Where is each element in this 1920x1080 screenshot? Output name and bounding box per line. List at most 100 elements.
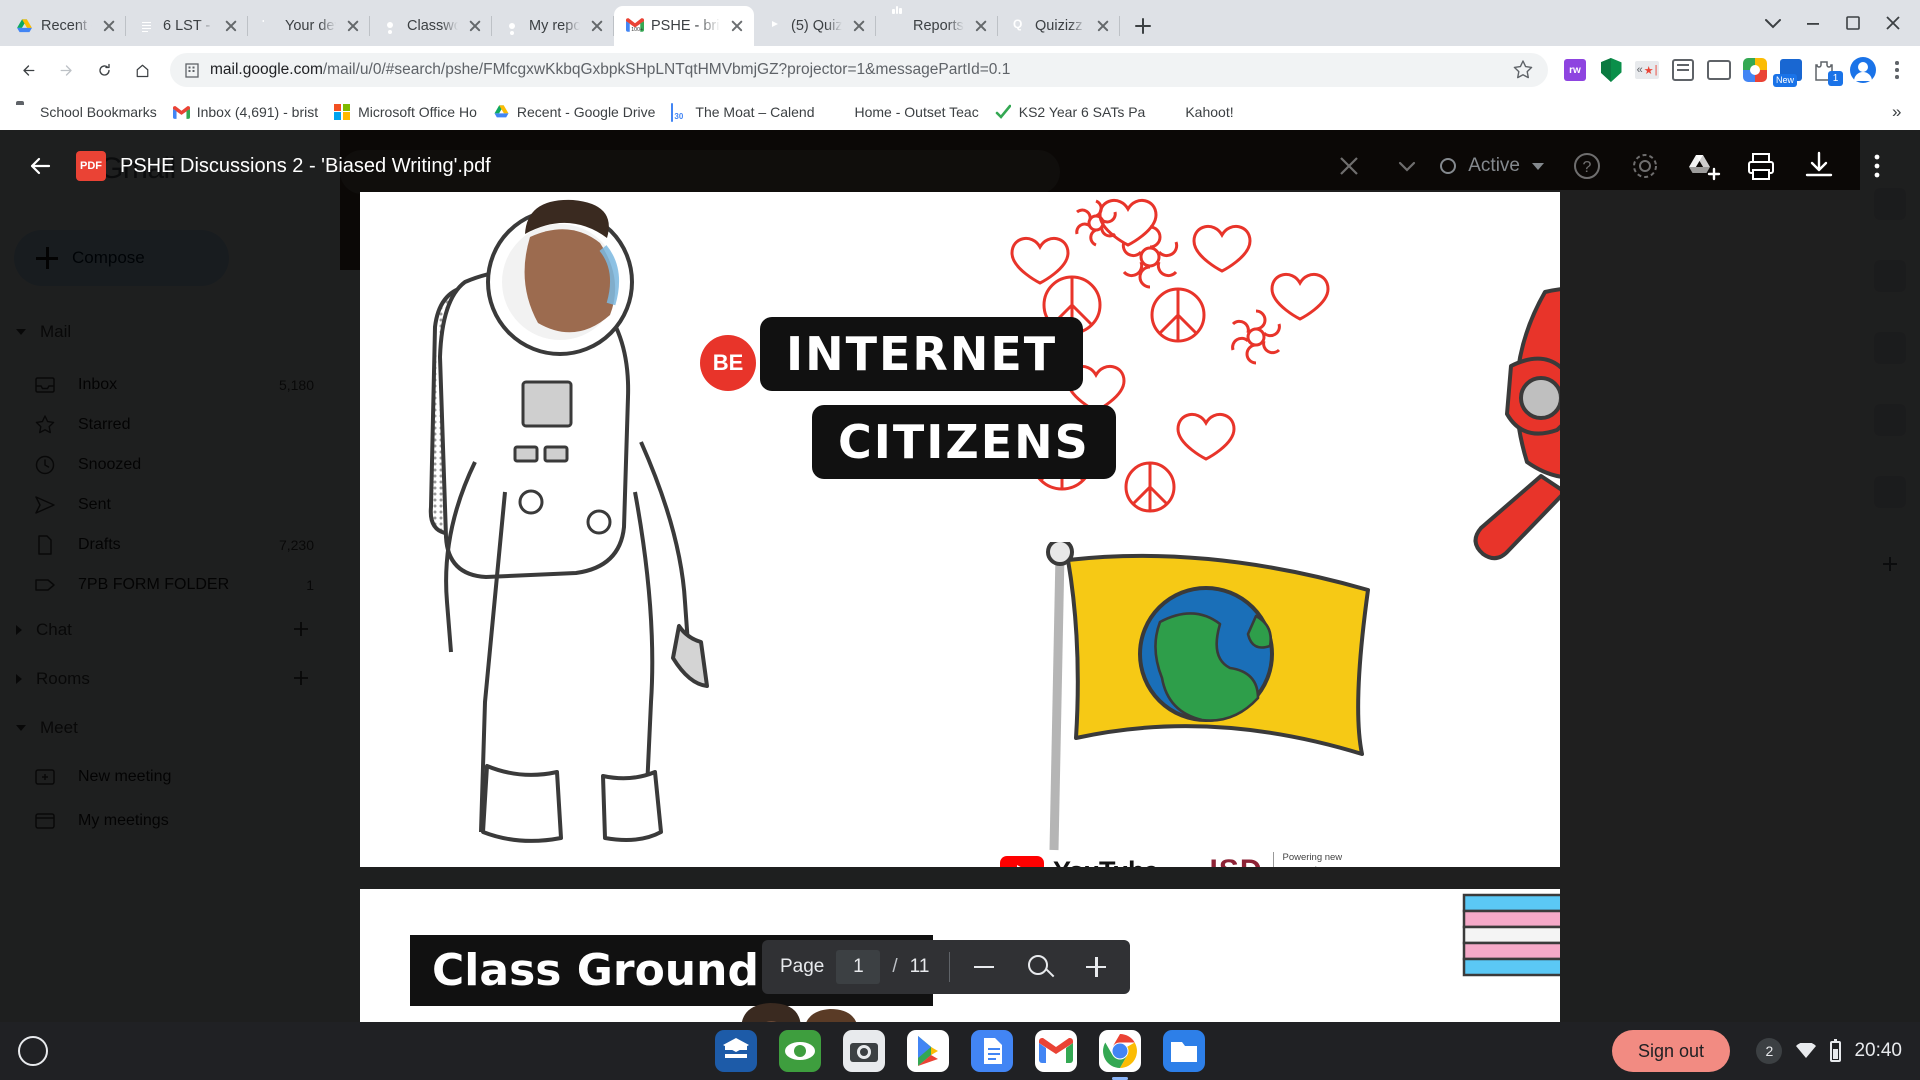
chevron-down-icon[interactable] [1382, 141, 1432, 191]
omnibox[interactable]: mail.google.com/mail/u/0/#search/pshe/FM… [170, 53, 1548, 87]
chrome-app-icon[interactable] [1099, 1030, 1141, 1080]
earth-flag-illustration [1046, 542, 1370, 851]
bookmark-microsoft-office[interactable]: Microsoft Office Ho [326, 100, 485, 125]
zoom-out-button[interactable] [956, 945, 1012, 989]
reload-button[interactable] [86, 52, 122, 88]
close-preview-icon[interactable] [1324, 141, 1374, 191]
kami-extension-icon[interactable]: «★ | [1633, 56, 1661, 84]
files-app-icon[interactable] [1163, 1030, 1205, 1072]
chromeos-screen: Recent - G 6 LST - Go Your devic Classwo… [0, 0, 1920, 1080]
bookmark-label: Inbox (4,691) - brist [196, 104, 319, 120]
extension-count-badge: 1 [1828, 71, 1843, 86]
close-icon[interactable] [850, 17, 868, 35]
forward-button[interactable] [48, 52, 84, 88]
blue-extension-icon[interactable]: New [1773, 56, 1805, 87]
browser-tab[interactable]: My report [492, 6, 614, 46]
home-button[interactable] [124, 52, 160, 88]
browser-tab[interactable]: 6 LST - Go [126, 6, 248, 46]
more-options-icon[interactable] [1852, 141, 1902, 191]
shield-extension-icon[interactable] [1597, 56, 1625, 84]
close-icon[interactable] [1094, 17, 1112, 35]
url-text[interactable]: mail.google.com/mail/u/0/#search/pshe/FM… [210, 61, 1502, 79]
read-write-extension-icon[interactable] [1561, 56, 1589, 84]
print-icon[interactable] [1736, 141, 1786, 191]
close-window-icon[interactable] [1876, 8, 1910, 38]
bookmarks-overflow-button[interactable]: » [1886, 99, 1912, 125]
camera-app-icon[interactable] [843, 1030, 885, 1072]
active-status-chip[interactable]: Active [1440, 155, 1554, 177]
google-photos-extension-icon[interactable] [1741, 56, 1769, 84]
megaphone-illustration [1473, 287, 1560, 561]
close-icon[interactable] [728, 17, 746, 35]
tab-title: Classwork [407, 18, 458, 34]
close-icon[interactable] [466, 17, 484, 35]
play-store-icon[interactable] [907, 1030, 949, 1072]
browser-tab[interactable]: Classwork [370, 6, 492, 46]
school-app-icon[interactable] [715, 1030, 757, 1072]
close-icon[interactable] [588, 17, 606, 35]
site-info-icon[interactable] [184, 62, 200, 78]
back-arrow-icon[interactable] [18, 144, 62, 188]
browser-tab[interactable]: Your devic [248, 6, 370, 46]
status-tray[interactable]: 2 20:40 [1756, 1038, 1902, 1064]
new-badge: New [1773, 74, 1798, 87]
classroom-icon [382, 18, 399, 35]
bookmark-label: KS2 Year 6 SATs Pa [1018, 104, 1146, 120]
bookmark-ks2-sats[interactable]: KS2 Year 6 SATs Pa [987, 100, 1154, 125]
browser-tab[interactable]: Recent - G [4, 6, 126, 46]
tab-title: Reports [913, 18, 964, 34]
pdf-page-stage[interactable]: BE INTERNET CITIZENS YouTube [0, 192, 1920, 1022]
download-icon[interactable] [1794, 141, 1844, 191]
gmail-icon [172, 104, 190, 121]
gear-icon[interactable] [1620, 141, 1670, 191]
bookmark-inbox[interactable]: Inbox (4,691) - brist [165, 100, 326, 125]
close-icon[interactable] [100, 17, 118, 35]
bookmark-school-bookmarks[interactable]: School Bookmarks [8, 100, 165, 125]
chromeos-shelf: Sign out 2 20:40 [0, 1022, 1920, 1080]
bookmark-the-moat-calendar[interactable]: 30 The Moat – Calend [663, 100, 822, 125]
back-button[interactable] [10, 52, 46, 88]
eye-app-icon[interactable] [779, 1030, 821, 1072]
clock-time: 20:40 [1854, 1040, 1902, 1061]
launcher-button[interactable] [18, 1036, 48, 1066]
zoom-in-button[interactable] [1068, 945, 1124, 989]
tab-title: Quizizz Le [1035, 18, 1086, 34]
docs-app-icon[interactable] [971, 1030, 1013, 1072]
stack-extension-icon[interactable] [1669, 56, 1697, 84]
help-icon[interactable]: ? [1562, 141, 1612, 191]
quizizz-q-icon [1010, 18, 1027, 35]
close-icon[interactable] [222, 17, 240, 35]
bookmark-label: The Moat – Calend [695, 104, 815, 120]
pdf-file-name: PSHE Discussions 2 - 'Biased Writing'.pd… [120, 154, 491, 177]
tab-title: Recent - G [41, 18, 92, 34]
bookmark-google-drive[interactable]: Recent - Google Drive [485, 100, 664, 125]
sign-out-button[interactable]: Sign out [1611, 1030, 1730, 1072]
fit-to-page-button[interactable] [1012, 945, 1068, 989]
bookmark-star-icon[interactable] [1512, 59, 1534, 81]
youtube-wordmark: YouTube [1053, 856, 1158, 867]
close-icon[interactable] [344, 17, 362, 35]
chrome-menu-icon[interactable] [1882, 56, 1910, 84]
add-to-drive-icon[interactable] [1678, 141, 1728, 191]
total-pages: 11 [909, 956, 930, 977]
shelf-app-list [715, 1030, 1205, 1080]
browser-tab-active[interactable]: 100+ PSHE - bri [614, 6, 754, 46]
close-icon[interactable] [972, 17, 990, 35]
profile-avatar[interactable] [1849, 56, 1877, 84]
browser-tab[interactable]: (5) Quizziz [754, 6, 876, 46]
puzzle-extensions-menu-icon[interactable]: 1 [1813, 56, 1843, 86]
window-controls [1756, 8, 1920, 46]
gmail-app-icon[interactable] [1035, 1030, 1077, 1072]
maximize-icon[interactable] [1836, 8, 1870, 38]
isd-tagline: Powering new generations against extremi… [1272, 852, 1360, 867]
screencast-extension-icon[interactable] [1705, 56, 1733, 84]
search-tabs-icon[interactable] [1756, 8, 1790, 38]
bookmark-outset-teaching[interactable]: Home - Outset Teac [822, 100, 986, 125]
calendar-icon: 30 [671, 102, 688, 122]
browser-tab[interactable]: Quizizz Le [998, 6, 1120, 46]
new-tab-button[interactable] [1126, 9, 1160, 43]
browser-tab[interactable]: Reports [876, 5, 998, 46]
page-number-input[interactable]: 1 [836, 950, 881, 984]
bookmark-kahoot[interactable]: Kahoot! [1153, 100, 1241, 125]
minimize-icon[interactable] [1796, 8, 1830, 38]
